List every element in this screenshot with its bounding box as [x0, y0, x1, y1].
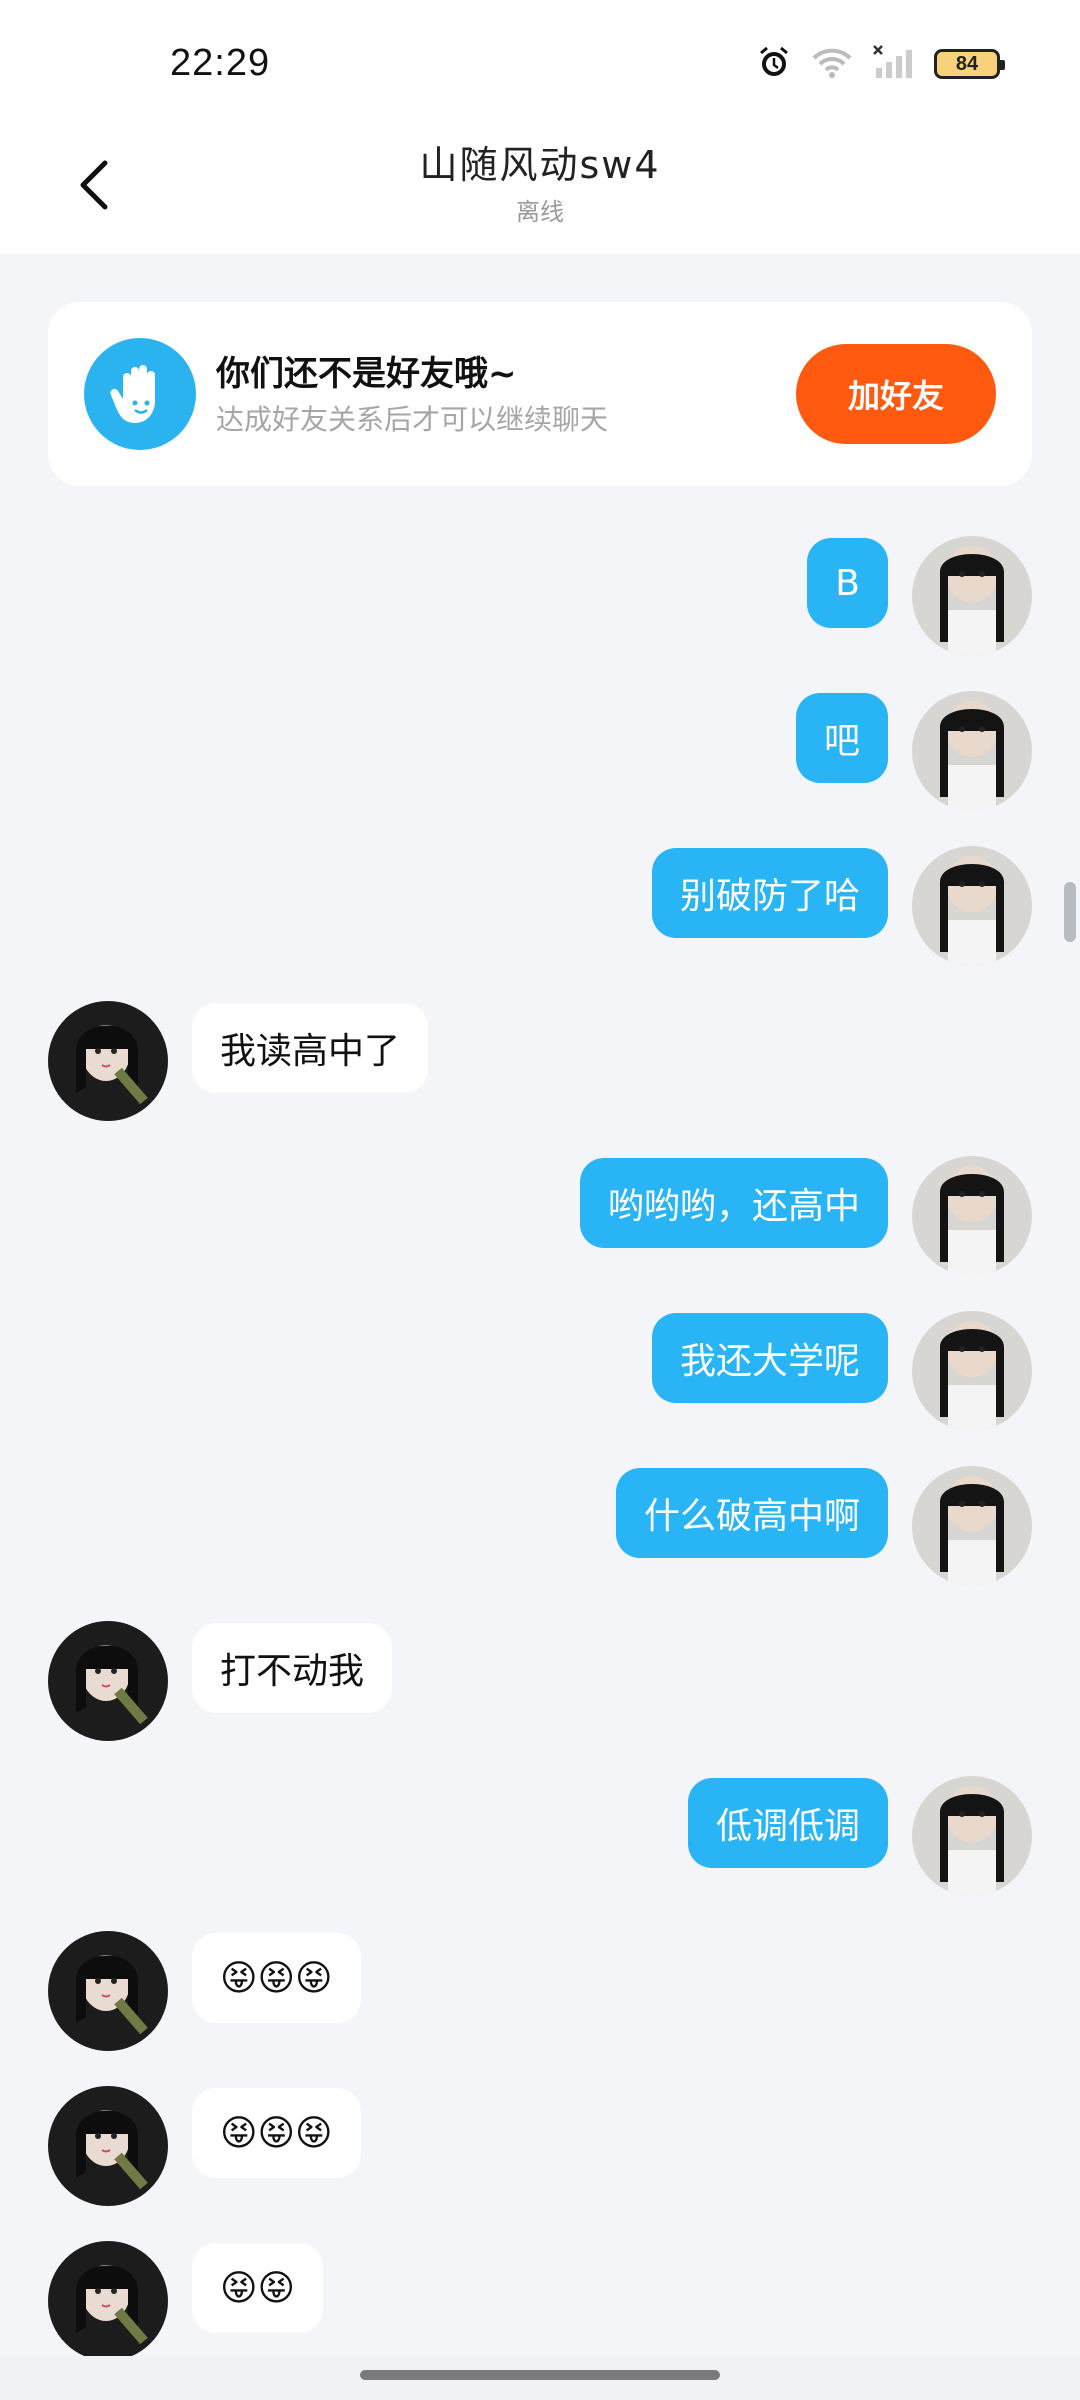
my-avatar[interactable] [912, 1466, 1032, 1586]
outgoing-message-bubble[interactable]: 哟哟哟，还高中 [579, 1158, 888, 1248]
my-avatar[interactable] [912, 846, 1032, 966]
my-avatar[interactable] [912, 1156, 1032, 1276]
message-row: B [0, 536, 1080, 660]
message-row: 别破防了哈 [0, 846, 1080, 970]
outgoing-message-bubble[interactable]: B [807, 538, 888, 628]
message-row: 什么破高中啊 [0, 1466, 1080, 1590]
battery-indicator: 84 [934, 49, 1005, 79]
message-row: 😝😝😝 [0, 1931, 1080, 2055]
message-row: 我读高中了 [0, 1001, 1080, 1125]
message-row: 吧 [0, 691, 1080, 815]
message-row: 我还大学呢 [0, 1311, 1080, 1435]
my-avatar[interactable] [912, 1776, 1032, 1896]
message-row: 😝😝 [0, 2241, 1080, 2365]
message-row: 哟哟哟，还高中 [0, 1156, 1080, 1280]
incoming-message-bubble[interactable]: 😝😝😝 [192, 2088, 361, 2178]
message-row: 打不动我 [0, 1621, 1080, 1745]
signal-icon [872, 44, 916, 84]
scrollbar[interactable] [1064, 882, 1076, 942]
add-friend-button[interactable]: 加好友 [796, 344, 996, 444]
contact-name: 山随风动sw4 [419, 143, 661, 187]
contact-avatar[interactable] [48, 2086, 168, 2206]
not-friend-title: 你们还不是好友哦~ [216, 354, 517, 394]
my-avatar[interactable] [912, 691, 1032, 811]
not-friend-description: 达成好友关系后才可以继续聊天 [216, 403, 609, 436]
status-time: 22:29 [170, 42, 271, 84]
outgoing-message-bubble[interactable]: 吧 [795, 693, 888, 783]
not-friend-card: 你们还不是好友哦~ 达成好友关系后才可以继续聊天 加好友 [48, 302, 1032, 486]
message-row: 低调低调 [0, 1776, 1080, 1900]
message-row: 😝😝😝 [0, 2086, 1080, 2210]
my-avatar[interactable] [912, 1311, 1032, 1431]
incoming-message-bubble[interactable]: 😝😝😝 [192, 1933, 361, 2023]
status-icons: 84 [756, 44, 1005, 84]
contact-avatar[interactable] [48, 1001, 168, 1121]
wave-hand-icon [84, 338, 196, 450]
outgoing-message-bubble[interactable]: 别破防了哈 [651, 848, 888, 938]
home-indicator[interactable] [360, 2370, 720, 2380]
outgoing-message-bubble[interactable]: 我还大学呢 [651, 1313, 888, 1403]
incoming-message-bubble[interactable]: 😝😝 [192, 2243, 324, 2333]
contact-status: 离线 [516, 198, 564, 226]
outgoing-message-bubble[interactable]: 低调低调 [687, 1778, 888, 1868]
wifi-icon [810, 44, 854, 84]
contact-avatar[interactable] [48, 2241, 168, 2361]
my-avatar[interactable] [912, 536, 1032, 656]
outgoing-message-bubble[interactable]: 什么破高中啊 [615, 1468, 888, 1558]
chat-header: 山随风动sw4 离线 [0, 120, 1080, 254]
incoming-message-bubble[interactable]: 我读高中了 [192, 1003, 429, 1093]
contact-avatar[interactable] [48, 1931, 168, 2051]
alarm-icon [756, 44, 792, 84]
contact-avatar[interactable] [48, 1621, 168, 1741]
status-bar: 22:29 84 [0, 0, 1080, 120]
incoming-message-bubble[interactable]: 打不动我 [192, 1623, 393, 1713]
